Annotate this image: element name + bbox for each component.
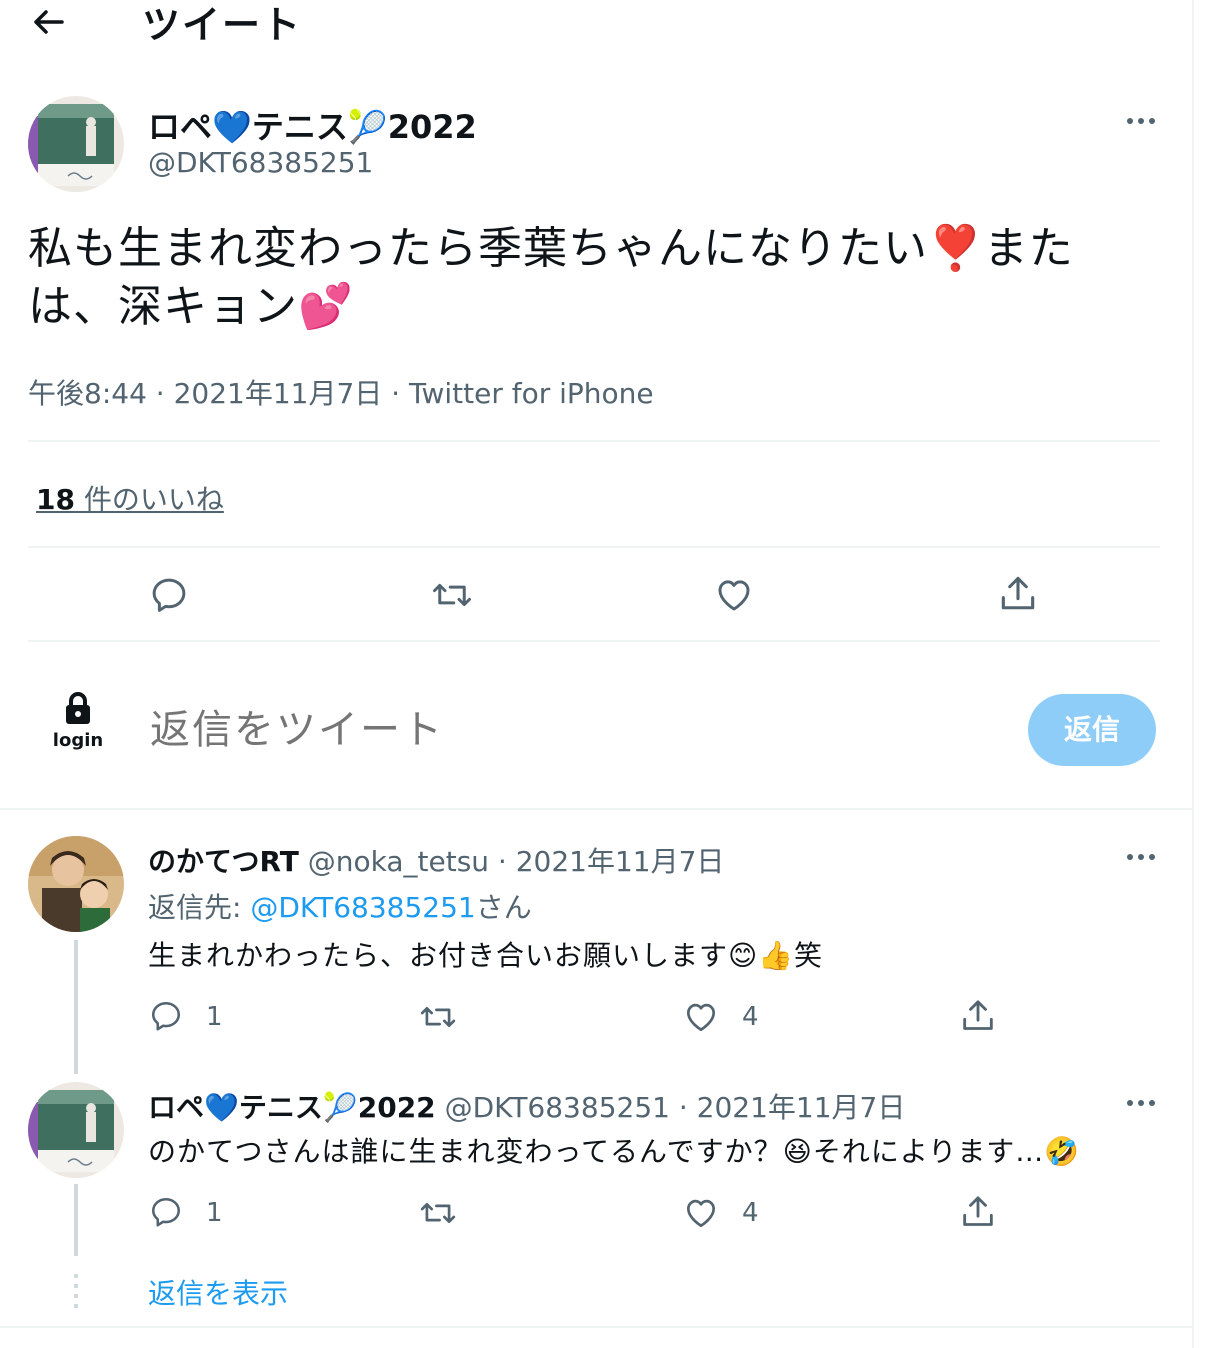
heart-icon [686, 1003, 716, 1032]
page-title: ツイート [142, 3, 303, 47]
reply-icon [152, 578, 186, 612]
reply-display-name[interactable]: ロペ💙テニス🎾2022 [148, 1091, 436, 1124]
login-label: login [52, 730, 104, 751]
top-bar: ツイート [0, 0, 1190, 47]
likes-label: 件のいいね [74, 483, 224, 516]
divider [28, 546, 1160, 548]
more-horizontal-icon [1127, 1100, 1155, 1106]
divider [28, 640, 1160, 642]
lock-icon [66, 692, 90, 724]
like-button[interactable] [682, 1194, 720, 1232]
replying-to: 返信先: @DKT68385251さん [148, 891, 532, 924]
reply-header: のかてつRT @noka_tetsu · 2021年11月7日 [148, 840, 724, 880]
reply-submit-button[interactable]: 返信 [1028, 694, 1156, 766]
tennis-ball-emoji: 🎾 [347, 108, 388, 146]
reply-icon [151, 1197, 181, 1227]
section-divider [0, 808, 1192, 810]
thread-connector [74, 1184, 78, 1256]
thread-more-dots [74, 1274, 78, 1310]
more-options-button[interactable] [1122, 842, 1162, 872]
share-icon [963, 1000, 993, 1030]
replying-to-handle-link[interactable]: @DKT68385251 [250, 891, 475, 924]
retweet-icon [420, 1202, 456, 1224]
reply-icon [151, 1001, 181, 1031]
reply-avatar[interactable] [28, 1082, 124, 1178]
author-handle[interactable]: @DKT68385251 [148, 146, 373, 179]
share-icon [1001, 576, 1035, 610]
retweet-button[interactable] [418, 998, 458, 1036]
column-border [1192, 0, 1194, 1348]
arrow-left-icon [34, 10, 64, 34]
like-button[interactable] [682, 998, 720, 1036]
likes-link[interactable]: 18 件のいいね [36, 478, 224, 518]
like-count: 4 [742, 1002, 759, 1032]
reply-display-name[interactable]: のかてつRT [148, 845, 299, 878]
divider [28, 440, 1160, 442]
more-horizontal-icon [1127, 854, 1155, 860]
like-count: 4 [742, 1198, 759, 1228]
reply-count: 1 [206, 1198, 223, 1228]
retweet-icon [433, 583, 471, 607]
show-replies-link[interactable]: 返信を表示 [148, 1272, 288, 1312]
tweet-timestamp[interactable]: 午後8:44 · 2021年11月7日 · Twitter for iPhone [28, 372, 654, 412]
tweet-text: 私も生まれ変わったら季葉ちゃんになりたい❣️また は、深キョン💕 [28, 220, 1148, 336]
retweet-icon [420, 1006, 456, 1028]
author-display-name[interactable]: ロペ💙テニス🎾2022 [148, 102, 477, 148]
more-options-button[interactable] [1122, 106, 1162, 136]
share-button[interactable] [958, 996, 998, 1036]
heart-icon [686, 1199, 716, 1228]
tweet-text-line: 私も生まれ変わったら季葉ちゃんになりたい❣️また [28, 223, 1074, 274]
login-avatar-placeholder[interactable]: login [40, 690, 116, 770]
reply-button[interactable] [148, 574, 190, 616]
reply-text: のかてつさんは誰に生まれ変わってるんですか？😆それによります…🤣 [148, 1135, 1081, 1168]
likes-count: 18 [36, 483, 75, 516]
blue-heart-emoji: 💙 [212, 108, 252, 146]
tweet-text-line: は、深キョン💕 [28, 281, 354, 332]
more-options-button[interactable] [1122, 1088, 1162, 1118]
reply-date[interactable]: · 2021年11月7日 [489, 845, 725, 878]
back-button[interactable] [28, 2, 68, 40]
reply-button[interactable] [148, 1194, 184, 1230]
retweet-button[interactable] [430, 574, 474, 616]
reply-count: 1 [206, 1002, 223, 1032]
reply-button[interactable] [148, 998, 184, 1034]
author-avatar[interactable] [28, 96, 124, 192]
share-button[interactable] [996, 572, 1040, 616]
reply-avatar[interactable] [28, 836, 124, 932]
section-divider [0, 1326, 1192, 1328]
more-horizontal-icon [1127, 118, 1155, 124]
share-button[interactable] [958, 1192, 998, 1232]
reply-handle[interactable]: @DKT68385251 [445, 1091, 670, 1124]
like-button[interactable] [713, 574, 755, 616]
heart-icon [718, 580, 750, 611]
reply-text: 生まれかわったら、お付き合いお願いします😊👍笑 [148, 939, 824, 972]
reply-input[interactable] [150, 700, 970, 760]
retweet-button[interactable] [418, 1194, 458, 1232]
thread-connector [74, 940, 78, 1074]
reply-header: ロペ💙テニス🎾2022 @DKT68385251 · 2021年11月7日 [148, 1086, 905, 1126]
share-icon [963, 1196, 993, 1226]
reply-date[interactable]: · 2021年11月7日 [670, 1091, 906, 1124]
reply-handle[interactable]: @noka_tetsu [308, 845, 489, 878]
